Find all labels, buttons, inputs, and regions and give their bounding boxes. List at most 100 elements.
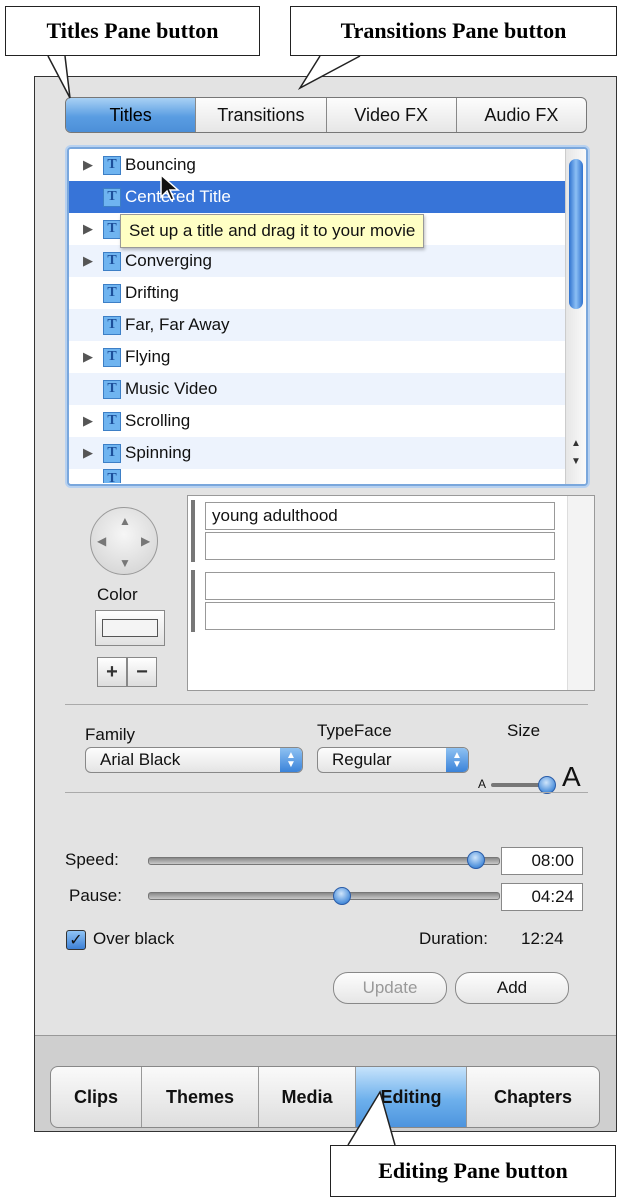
mouse-pointer-icon [160, 173, 180, 201]
title-text-line-2[interactable] [205, 532, 555, 560]
tab-chapters[interactable]: Chapters [466, 1067, 599, 1127]
title-type-icon: T [103, 469, 121, 483]
imovie-editing-panel: Titles Transitions Video FX Audio FX ▶ T B… [34, 76, 617, 1132]
text-group-2 [191, 570, 559, 632]
title-list-item-label: Far, Far Away [125, 315, 230, 334]
divider [65, 704, 588, 705]
title-text-line-3[interactable] [205, 572, 555, 600]
typeface-popup[interactable]: Regular ▲ ▼ [317, 747, 469, 773]
tooltip: Set up a title and drag it to your movie [120, 214, 425, 248]
title-text-line-1[interactable]: young adulthood [205, 502, 555, 530]
title-list-item[interactable]: ▶TFar, Far Away [69, 309, 566, 341]
pane-switcher-bar: Clips Themes Media Editing Chapters [35, 1035, 616, 1131]
title-type-icon: T [103, 187, 121, 207]
title-type-icon: T [103, 283, 121, 303]
size-small-label: A [478, 777, 487, 791]
title-list-item-label: Music Video [125, 379, 218, 398]
title-type-icon: T [103, 315, 121, 335]
speed-label: Speed: [65, 850, 119, 869]
speed-slider-track[interactable] [148, 857, 500, 865]
title-list-item[interactable]: ▶ T Bouncing [69, 149, 566, 181]
tab-video-fx[interactable]: Video FX [325, 98, 456, 132]
title-list-item-label: Spinning [125, 443, 192, 462]
titles-list-scrollbar[interactable]: ▲ ▼ [565, 149, 586, 484]
title-type-icon: T [103, 411, 121, 431]
title-list-item[interactable]: ▶ T Converging [69, 245, 566, 277]
disclosure-triangle-icon[interactable]: ▶ [77, 253, 99, 269]
arrow-left-icon[interactable]: ◀ [97, 534, 106, 548]
disclosure-triangle-icon[interactable]: ▶ [77, 349, 99, 365]
font-family-popup[interactable]: Arial Black ▲ ▼ [85, 747, 303, 773]
pane-switcher-tabs: Clips Themes Media Editing Chapters [50, 1066, 600, 1128]
titles-transitions-effects-tabs: Titles Transitions Video FX Audio FX [65, 97, 587, 133]
title-type-icon: T [103, 379, 121, 399]
text-group-1: young adulthood [191, 500, 559, 562]
popup-arrows-icon: ▲ ▼ [280, 748, 302, 772]
text-editor-scrollbar[interactable] [567, 496, 594, 690]
title-type-icon: T [103, 443, 121, 463]
title-text-editor: young adulthood [187, 495, 595, 691]
tab-editing[interactable]: Editing [355, 1067, 466, 1127]
family-label: Family [85, 725, 136, 744]
title-list-item[interactable]: ▶ T Flying [69, 341, 566, 373]
title-list-item[interactable]: ▶TDrifting [69, 277, 566, 309]
tab-audio-fx[interactable]: Audio FX [455, 98, 586, 132]
scroll-thumb[interactable] [569, 159, 583, 309]
tab-themes[interactable]: Themes [141, 1067, 258, 1127]
popup-arrows-icon: ▲ ▼ [446, 748, 468, 772]
tab-titles[interactable]: Titles [66, 98, 196, 132]
color-label: Color [97, 585, 138, 604]
disclosure-triangle-icon[interactable]: ▶ [77, 413, 99, 429]
over-black-label: Over black [93, 929, 175, 948]
scroll-up-arrow-icon[interactable]: ▲ [566, 435, 586, 451]
tab-transitions[interactable]: Transitions [195, 98, 325, 132]
speed-value-field[interactable]: 08:00 [501, 847, 583, 875]
arrow-down-icon[interactable]: ▼ [119, 556, 131, 570]
disclosure-triangle-icon[interactable]: ▶ [77, 445, 99, 461]
duration-value: 12:24 [521, 929, 564, 948]
disclosure-triangle-icon[interactable]: ▶ [77, 221, 99, 237]
arrow-up-icon[interactable]: ▲ [119, 514, 131, 528]
scroll-down-arrow-icon[interactable]: ▼ [566, 453, 586, 469]
title-list-item-clipped[interactable]: ▶T [69, 469, 566, 483]
add-text-button[interactable]: + [97, 657, 127, 687]
speed-slider-knob[interactable] [467, 851, 485, 869]
title-type-icon: T [103, 347, 121, 367]
title-type-icon: T [103, 155, 121, 175]
pause-label: Pause: [69, 886, 122, 905]
title-list-item-label: Flying [125, 347, 171, 366]
title-type-icon: T [103, 251, 121, 271]
size-large-label: A [562, 761, 581, 792]
add-button[interactable]: Add [455, 972, 569, 1004]
update-button[interactable]: Update [333, 972, 447, 1004]
title-list-item-label: Converging [125, 251, 212, 270]
title-text-line-4[interactable] [205, 602, 555, 630]
over-black-checkbox[interactable]: ✓ [66, 930, 86, 950]
remove-text-button[interactable]: − [127, 657, 157, 687]
tab-clips[interactable]: Clips [51, 1067, 141, 1127]
titles-pane-callout: Titles Pane button [5, 6, 260, 56]
title-list-item-label: Bouncing [125, 155, 196, 174]
titles-list-rows: ▶TBouncing▶TCentered Title▶TCl▶TConvergi… [69, 149, 566, 484]
title-list-item[interactable]: ▶ T Scrolling [69, 405, 566, 437]
title-list-item-label: Drifting [125, 283, 179, 302]
arrow-right-icon[interactable]: ▶ [141, 534, 150, 548]
title-list-item[interactable]: ▶ T Spinning [69, 437, 566, 469]
pause-value-field[interactable]: 04:24 [501, 883, 583, 911]
title-list-item[interactable]: ▶TMusic Video [69, 373, 566, 405]
typeface-value: Regular [332, 750, 392, 769]
color-swatch[interactable] [95, 610, 165, 646]
editing-pane-callout: Editing Pane button [330, 1145, 616, 1197]
font-family-value: Arial Black [100, 750, 181, 769]
title-list-item[interactable]: ▶TCentered Title [69, 181, 566, 213]
titles-list[interactable]: ▶TBouncing▶TCentered Title▶TCl▶TConvergi… [67, 147, 588, 486]
title-position-pad[interactable]: ▲ ▼ ◀ ▶ [90, 507, 158, 575]
title-list-item-label: Scrolling [125, 411, 191, 430]
pause-slider-knob[interactable] [333, 887, 351, 905]
pause-slider-track[interactable] [148, 892, 500, 900]
text-group-marker [191, 500, 195, 562]
disclosure-triangle-icon[interactable]: ▶ [77, 157, 99, 173]
text-group-marker [191, 570, 195, 632]
duration-label: Duration: [419, 929, 488, 948]
tab-media[interactable]: Media [258, 1067, 355, 1127]
